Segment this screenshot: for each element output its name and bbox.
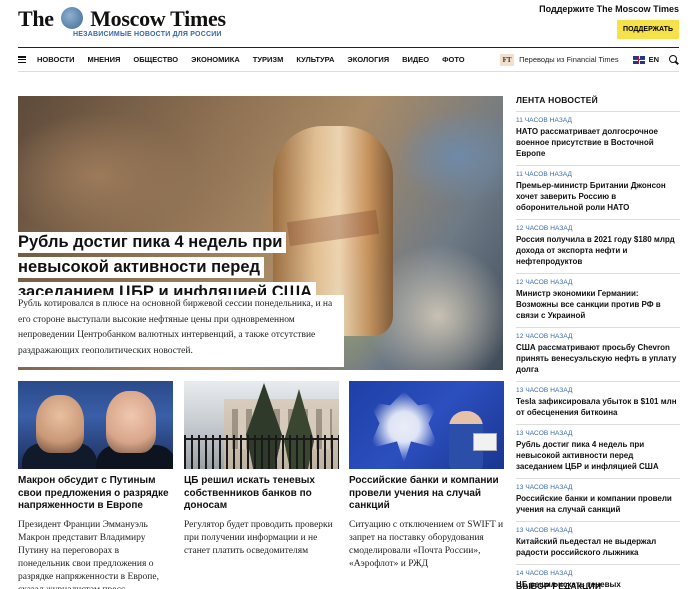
feed-item-title[interactable]: НАТО рассматривает долгосрочное военное … (516, 126, 680, 159)
hero-title-wrap: Рубль достиг пика 4 недель при невысокой… (18, 230, 348, 305)
nav-item-tourism[interactable]: ТУРИЗМ (253, 55, 284, 64)
news-feed-sidebar: ЛЕНТА НОВОСТЕЙ 11 ЧАСОВ НАЗАД НАТО рассм… (516, 95, 680, 589)
feed-item-time: 13 ЧАСОВ НАЗАД (516, 484, 573, 491)
ft-translations-link[interactable]: Переводы из Financial Times (519, 55, 618, 64)
feed-item[interactable]: 11 ЧАСОВ НАЗАД Премьер-министр Британии … (516, 166, 680, 220)
ft-logo-icon[interactable]: FT (500, 53, 515, 66)
feed-item-time: 12 ЧАСОВ НАЗАД (516, 279, 573, 286)
nav-item-news[interactable]: НОВОСТИ (37, 55, 75, 64)
nav-item-ecology[interactable]: ЭКОЛОГИЯ (347, 55, 389, 64)
feed-item[interactable]: 12 ЧАСОВ НАЗАД Россия получила в 2021 го… (516, 220, 680, 274)
site-logo[interactable]: The Moscow Times НЕЗАВИСИМЫЕ НОВОСТИ ДЛЯ… (18, 6, 228, 40)
feed-item-title[interactable]: Китайский пьедестал не выдержал радости … (516, 536, 680, 558)
feed-item[interactable]: 12 ЧАСОВ НАЗАД Министр экономики Германи… (516, 274, 680, 328)
hero-title[interactable]: Рубль достиг пика 4 недель при невысокой… (18, 232, 317, 303)
nav-item-economy[interactable]: ЭКОНОМИКА (191, 55, 240, 64)
feed-item-title[interactable]: Рубль достиг пика 4 недель при невысокой… (516, 439, 680, 472)
feed-item-time: 12 ЧАСОВ НАЗАД (516, 225, 573, 232)
card-image-russian-post[interactable] (349, 381, 504, 469)
language-switch[interactable]: EN (649, 55, 659, 64)
feed-item[interactable]: 13 ЧАСОВ НАЗАД Российские банки и компан… (516, 479, 680, 522)
card-image-politicians[interactable] (18, 381, 173, 469)
menu-icon[interactable] (18, 56, 26, 63)
feed-item-time: 11 ЧАСОВ НАЗАД (516, 171, 573, 178)
hero-article[interactable]: Рубль достиг пика 4 недель при невысокой… (18, 96, 503, 370)
feed-item-title[interactable]: Tesla зафиксировала убыток в $101 млн от… (516, 396, 680, 418)
feed-item-title[interactable]: Премьер-министр Британии Джонсон хочет з… (516, 180, 680, 213)
article-card[interactable]: ЦБ решил искать теневых собственников ба… (184, 381, 339, 558)
support-title: Поддержите The Moscow Times (539, 4, 679, 14)
card-lead: Регулятор будет проводить проверки при п… (184, 519, 333, 556)
feed-item-time: 12 ЧАСОВ НАЗАД (516, 333, 573, 340)
hero-lead: Рубль котировался в плюсе на основной би… (18, 295, 344, 367)
feed-item-title[interactable]: Российские банки и компании провели учен… (516, 493, 680, 515)
feed-item-time: 11 ЧАСОВ НАЗАД (516, 117, 573, 124)
support-button[interactable]: ПОДДЕРЖАТЬ (617, 20, 679, 39)
search-icon[interactable] (669, 54, 679, 65)
feed-item-time: 13 ЧАСОВ НАЗАД (516, 387, 573, 394)
nav-item-culture[interactable]: КУЛЬТУРА (296, 55, 334, 64)
nav-item-opinions[interactable]: МНЕНИЯ (88, 55, 121, 64)
feed-item-title[interactable]: Россия получила в 2021 году $180 млрд до… (516, 234, 680, 267)
feed-item-time: 13 ЧАСОВ НАЗАД (516, 527, 573, 534)
logo-text-left: The (18, 6, 54, 31)
support-block: Поддержите The Moscow Times ПОДДЕРЖАТЬ (539, 4, 679, 39)
nav-item-society[interactable]: ОБЩЕСТВО (133, 55, 178, 64)
main-nav: НОВОСТИ МНЕНИЯ ОБЩЕСТВО ЭКОНОМИКА ТУРИЗМ… (18, 48, 679, 72)
feed-item-title[interactable]: США рассматривают просьбу Chevron принят… (516, 342, 680, 375)
card-title[interactable]: ЦБ решил искать теневых собственников ба… (184, 475, 339, 513)
article-card[interactable]: Российские банки и компании провели учен… (349, 381, 504, 571)
editors-choice-heading: ВЫБОР РЕДАКЦИИ (516, 581, 602, 589)
article-card[interactable]: Макрон обсудит с Путиным свои предложени… (18, 381, 173, 589)
nav-right: FT Переводы из Financial Times EN (500, 53, 679, 66)
feed-item-time: 14 ЧАСОВ НАЗАД (516, 570, 573, 577)
feed-item[interactable]: 11 ЧАСОВ НАЗАД НАТО рассматривает долгос… (516, 112, 680, 166)
logo-wordmark: The Moscow Times (18, 6, 226, 32)
uk-flag-icon[interactable] (632, 55, 645, 64)
feed-item-time: 13 ЧАСОВ НАЗАД (516, 430, 573, 437)
card-lead: Ситуацию с отключением от SWIFT и запрет… (349, 519, 504, 569)
logo-subtitle: НЕЗАВИСИМЫЕ НОВОСТИ ДЛЯ РОССИИ (73, 31, 222, 38)
card-title[interactable]: Макрон обсудит с Путиным свои предложени… (18, 475, 173, 513)
card-title[interactable]: Российские банки и компании провели учен… (349, 475, 504, 513)
nav-item-photo[interactable]: ФОТО (442, 55, 464, 64)
feed-item[interactable]: 12 ЧАСОВ НАЗАД США рассматривают просьбу… (516, 328, 680, 382)
card-image-central-bank[interactable] (184, 381, 339, 469)
card-lead: Президент Франции Эммануэль Макрон предс… (18, 519, 159, 589)
feed-item[interactable]: 13 ЧАСОВ НАЗАД Китайский пьедестал не вы… (516, 522, 680, 565)
logo-text-right: Moscow Times (90, 6, 226, 31)
news-feed-heading: ЛЕНТА НОВОСТЕЙ (516, 95, 680, 112)
feed-item[interactable]: 13 ЧАСОВ НАЗАД Tesla зафиксировала убыто… (516, 382, 680, 425)
feed-item-title[interactable]: Министр экономики Германии: Возможны все… (516, 288, 680, 321)
globe-icon (60, 7, 83, 29)
feed-item[interactable]: 13 ЧАСОВ НАЗАД Рубль достиг пика 4 недел… (516, 425, 680, 479)
nav-item-video[interactable]: ВИДЕО (402, 55, 429, 64)
